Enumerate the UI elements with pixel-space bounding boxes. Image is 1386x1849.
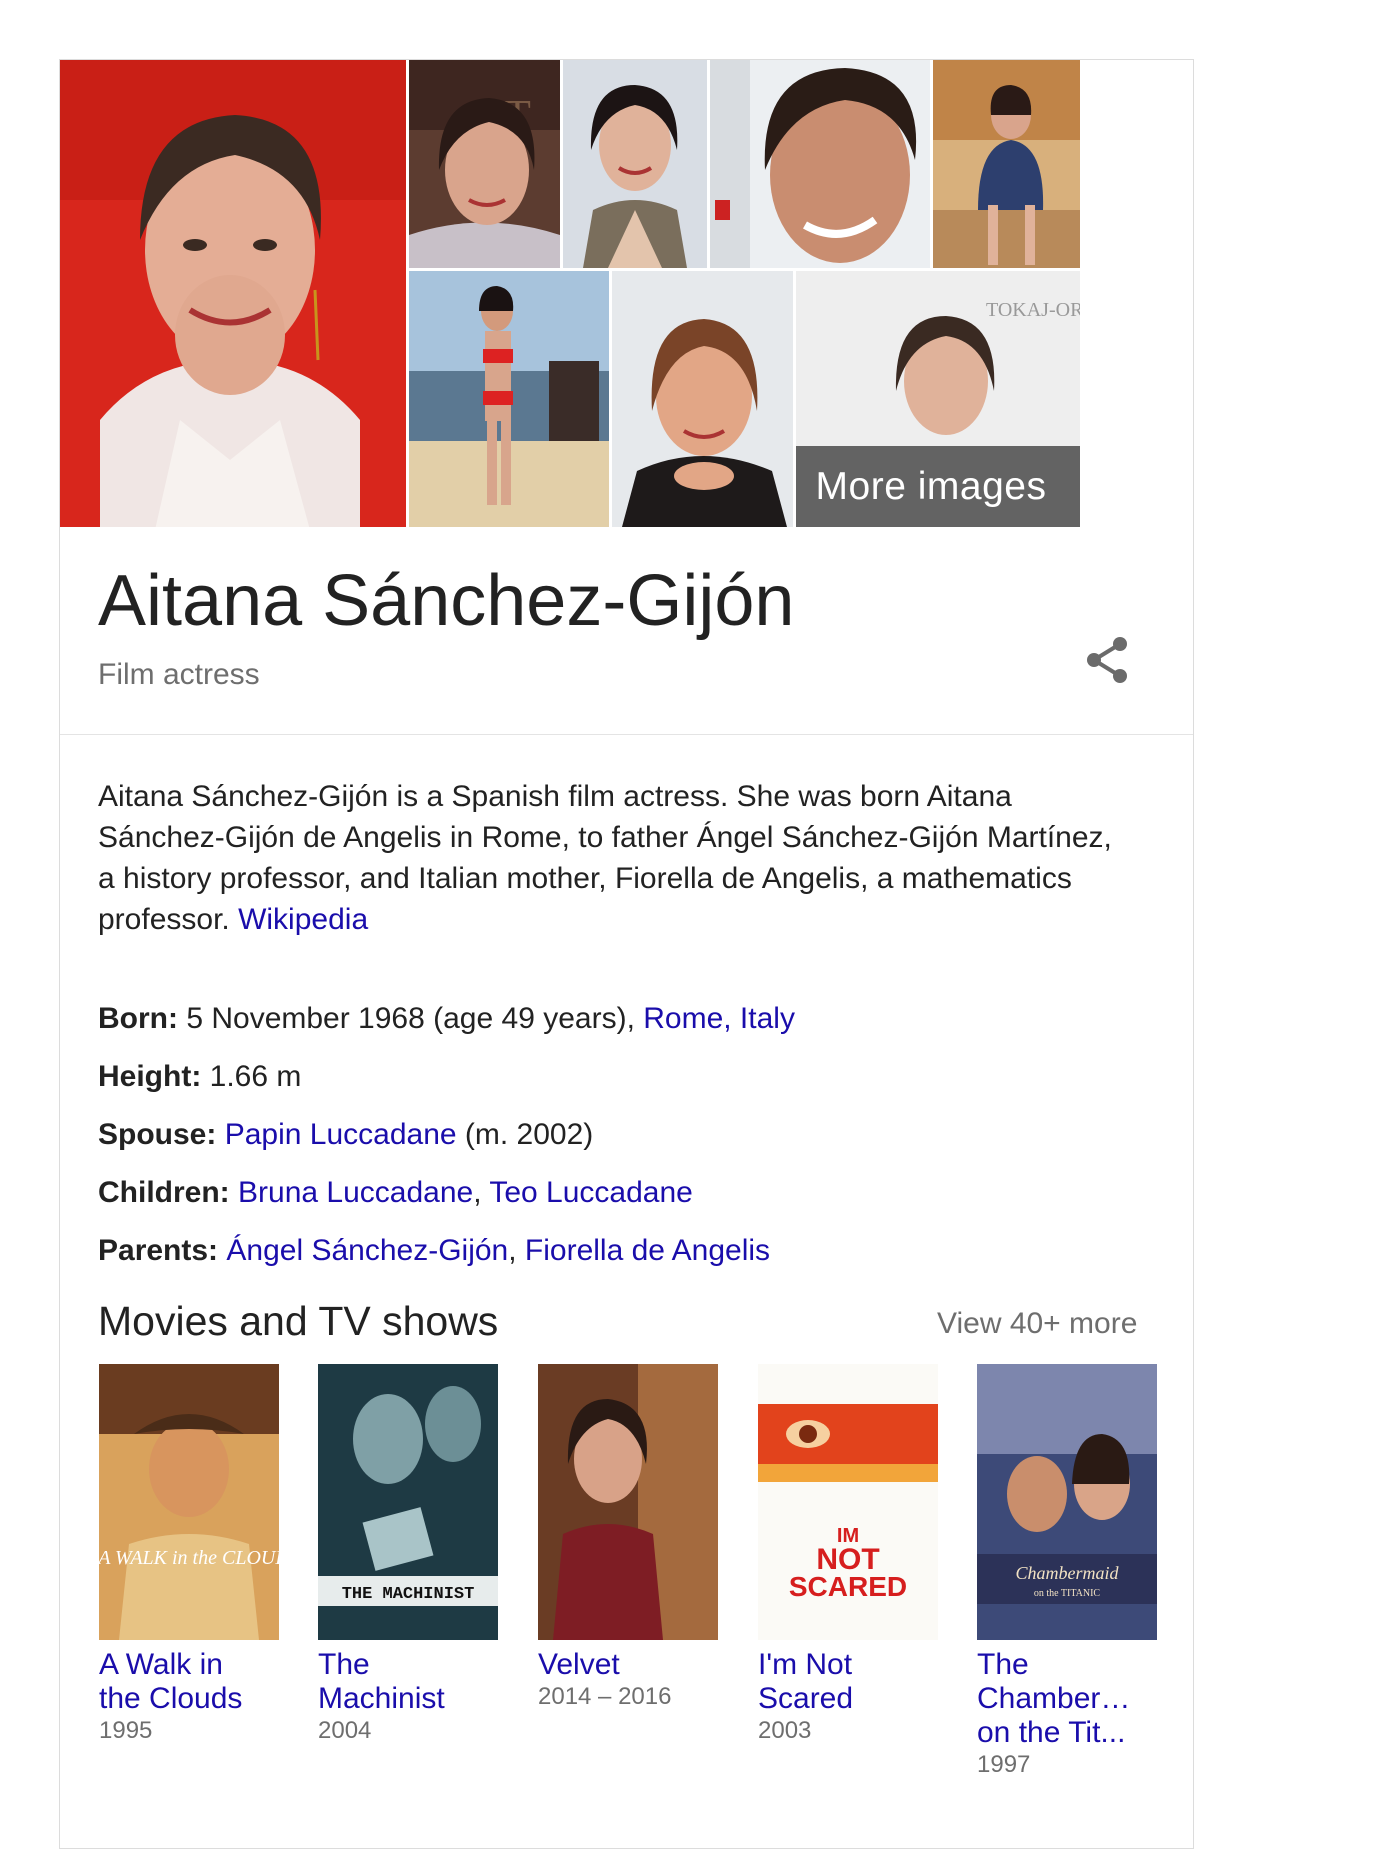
spouse-link[interactable]: Papin Luccadane <box>225 1118 457 1151</box>
svg-text:TOKAJ-OREI: TOKAJ-OREI <box>986 299 1080 321</box>
more-images-button[interactable]: More images <box>796 446 1080 527</box>
movie-card[interactable]: Chambermaid on the TITANIC The Chamber… on… <box>977 1364 1157 1780</box>
movie-poster[interactable] <box>538 1364 718 1640</box>
photo-6[interactable] <box>409 271 609 527</box>
main-photo[interactable] <box>60 60 406 527</box>
photo-8[interactable]: TOKAJ-OREI More images <box>796 271 1080 527</box>
movie-poster[interactable]: THE MACHINIST <box>318 1364 498 1640</box>
poster-title: A WALK in the CLOUDS <box>99 1547 279 1569</box>
poster-title: THE MACHINIST <box>342 1585 475 1604</box>
movie-title[interactable]: I'm Not Scared <box>758 1648 938 1716</box>
movie-year: 1997 <box>977 1751 1031 1778</box>
fact-value: 1.66 m <box>201 1060 302 1093</box>
fact-height: Height: 1.66 m <box>98 1056 1138 1114</box>
fact-spouse: Spouse: Papin Luccadane (m. 2002) <box>98 1114 1138 1172</box>
photo-2[interactable]: T <box>409 60 560 268</box>
movie-card[interactable]: Velvet 2014 – 2016 <box>538 1364 718 1712</box>
fact-children: Children: Bruna Luccadane, Teo Luccadane <box>98 1176 693 1209</box>
movie-poster[interactable]: A WALK in the CLOUDS <box>99 1364 279 1640</box>
birthplace-link[interactable]: Rome, Italy <box>643 1002 795 1035</box>
movie-year: 1995 <box>99 1717 153 1744</box>
fact-label: Born: <box>98 1002 178 1035</box>
photo-3[interactable] <box>563 60 707 268</box>
movie-year: 2004 <box>318 1717 372 1744</box>
movie-poster[interactable]: IM NOT SCARED <box>758 1364 938 1640</box>
description: Aitana Sánchez-Gijón is a Spanish film a… <box>98 776 1118 940</box>
movie-title[interactable]: A Walk in the Clouds <box>99 1648 279 1716</box>
child-link[interactable]: Teo Luccadane <box>489 1176 693 1209</box>
view-more-link[interactable]: View 40+ more <box>937 1307 1137 1341</box>
movie-poster[interactable]: Chambermaid on the TITANIC <box>977 1364 1157 1640</box>
photo-4[interactable] <box>710 60 930 268</box>
photo-5[interactable] <box>933 60 1080 268</box>
wikipedia-link[interactable]: Wikipedia <box>238 903 368 936</box>
share-icon[interactable] <box>1080 632 1136 688</box>
divider <box>60 734 1193 735</box>
movie-title[interactable]: The Machinist <box>318 1648 498 1716</box>
movie-year: 2014 – 2016 <box>538 1683 672 1710</box>
poster-title: on the TITANIC <box>1034 1588 1101 1599</box>
movies-section-title: Movies and TV shows <box>98 1298 499 1344</box>
parent-link[interactable]: Ángel Sánchez-Gijón <box>226 1234 508 1267</box>
fact-value: 5 November 1968 (age 49 years), <box>177 1002 644 1035</box>
fact-label: Parents: <box>98 1234 219 1267</box>
poster-title: Chambermaid <box>1016 1563 1120 1583</box>
fact-label: Height: <box>98 1060 202 1093</box>
fact-parents: Parents: Ángel Sánchez-Gijón, Fiorella d… <box>98 1234 771 1267</box>
movie-card[interactable]: THE MACHINIST The Machinist 2004 <box>318 1364 498 1746</box>
poster-title: SCARED <box>789 1571 907 1602</box>
entity-title: Aitana Sánchez-Gijón <box>98 561 795 641</box>
fact-born: Born: 5 November 1968 (age 49 years), Ro… <box>98 998 1138 1056</box>
movie-title[interactable]: Velvet <box>538 1648 718 1682</box>
fact-label: Children: <box>98 1176 230 1209</box>
photo-7[interactable] <box>612 271 793 527</box>
entity-subtitle: Film actress <box>98 658 260 691</box>
parent-link[interactable]: Fiorella de Angelis <box>525 1234 770 1267</box>
facts-list: Born: 5 November 1968 (age 49 years), Ro… <box>98 998 1138 1288</box>
movie-year: 2003 <box>758 1717 812 1744</box>
movie-title[interactable]: The Chamber… on the Tit... <box>977 1648 1157 1750</box>
fact-value: (m. 2002) <box>456 1118 594 1151</box>
movie-card[interactable]: IM NOT SCARED I'm Not Scared 2003 <box>758 1364 938 1746</box>
movie-card[interactable]: A WALK in the CLOUDS A Walk inthe Clouds… <box>99 1364 279 1746</box>
knowledge-panel: TOKAJ-OR More images Aitana Sánchez-Gijó… <box>59 59 1194 1849</box>
fact-label: Spouse: <box>98 1118 217 1151</box>
child-link[interactable]: Bruna Luccadane <box>238 1176 473 1209</box>
